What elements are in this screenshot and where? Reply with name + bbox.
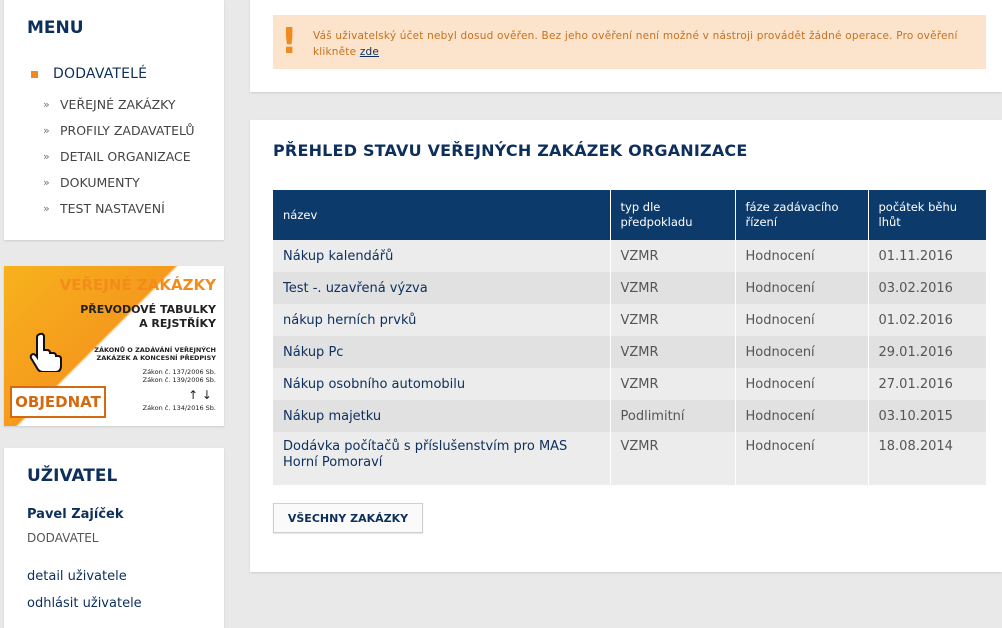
square-bullet-icon [31,70,38,78]
table-row[interactable]: Nákup majetku Podlimitní Hodnocení 03.10… [273,400,986,432]
contracts-table: název typ dle předpokladu fáze zadávacíh… [273,190,986,485]
submenu: » VEŘEJNÉ ZAKÁZKY » PROFILY ZADAVATELŮ »… [43,91,194,221]
contract-phase: Hodnocení [735,400,869,432]
pointing-hand-icon [29,332,62,372]
table-row[interactable]: Nákup osobního automobilu VZMR Hodnocení… [273,368,986,400]
contract-type: VZMR [610,304,736,336]
column-header-phase[interactable]: fáze zadávacího řízení [735,190,869,240]
user-name: Pavel Zajíček [27,507,124,522]
banner-small-line: ZÁKONŮ O ZADÁVÁNÍ VEŘEJNÝCH [94,346,216,354]
banner-small-text: ZÁKONŮ O ZADÁVÁNÍ VEŘEJNÝCH ZAKÁZEK A KO… [94,346,216,362]
contract-name-link[interactable]: Nákup kalendářů [273,240,611,272]
table-row[interactable]: Test -. uzavřená výzva VZMR Hodnocení 03… [273,272,986,304]
contract-name-link[interactable]: nákup herních prvků [273,304,611,336]
banner-title: VEŘEJNÉ ZAKÁZKY [59,276,216,294]
contract-phase: Hodnocení [735,304,869,336]
user-role: DODAVATEL [27,531,99,545]
double-chevron-right-icon: » [43,123,50,137]
banner-small-line: ZAKÁZEK A KONCESNÍ PŘEDPISY [96,354,216,362]
table-row[interactable]: Dodávka počítačů s příslušenstvím pro MA… [273,432,986,485]
contract-type: VZMR [610,368,736,400]
table-row[interactable]: nákup herních prvků VZMR Hodnocení 01.02… [273,304,986,336]
submenu-item-label: VEŘEJNÉ ZAKÁZKY [60,96,176,112]
double-chevron-right-icon: » [43,175,50,189]
submenu-item-profily-zadavatelu[interactable]: » PROFILY ZADAVATELŮ [43,117,194,143]
banner-law-line: Zákon č. 137/2006 Sb. [142,368,216,376]
menu-heading: MENU [27,18,84,38]
submenu-item-label: DETAIL ORGANIZACE [60,148,191,164]
submenu-item-label: TEST NASTAVENÍ [60,200,165,216]
contract-start-date: 01.11.2016 [868,240,986,272]
contract-name-link[interactable]: Test -. uzavřená výzva [273,272,611,304]
table-row[interactable]: Nákup Pc VZMR Hodnocení 29.01.2016 [273,336,986,368]
submenu-item-test-nastaveni[interactable]: » TEST NASTAVENÍ [43,195,194,221]
all-contracts-button[interactable]: VŠECHNY ZAKÁZKY [273,503,423,533]
logout-link[interactable]: odhlásit uživatele [27,596,142,611]
order-button[interactable]: OBJEDNAT [10,386,106,418]
contract-name-link[interactable]: Nákup Pc [273,336,611,368]
promo-banner[interactable]: VEŘEJNÉ ZAKÁZKY PŘEVODOVÉ TABULKY A REJS… [4,266,224,426]
page-title: PŘEHLED STAVU VEŘEJNÝCH ZAKÁZEK ORGANIZA… [273,141,748,160]
contract-type: VZMR [610,336,736,368]
double-chevron-right-icon: » [43,149,50,163]
contract-phase: Hodnocení [735,368,869,400]
contract-phase: Hodnocení [735,240,869,272]
user-detail-link[interactable]: detail uživatele [27,569,127,584]
verify-link[interactable]: zde [360,46,379,58]
user-panel: UŽIVATEL Pavel Zajíček DODAVATEL detail … [4,448,224,628]
contract-start-date: 01.02.2016 [868,304,986,336]
up-down-arrows-icon: ↑ ↓ [188,388,212,402]
contract-start-date: 03.02.2016 [868,272,986,304]
column-header-start[interactable]: počátek běhu lhůt [868,190,986,240]
submenu-item-label: DOKUMENTY [60,174,140,190]
exclamation-icon: ! [281,21,298,62]
banner-subtitle: PŘEVODOVÉ TABULKY A REJSTŘÍKY [80,303,216,331]
main-panel: PŘEHLED STAVU VEŘEJNÝCH ZAKÁZEK ORGANIZA… [250,120,1002,572]
menu-item-dodavatele[interactable]: DODAVATELÉ [31,66,147,82]
submenu-item-verejne-zakazky[interactable]: » VEŘEJNÉ ZAKÁZKY [43,91,194,117]
warning-alert: ! Váš uživatelský účet nebyl dosud ověře… [273,15,986,69]
contract-phase: Hodnocení [735,336,869,368]
banner-law-line: Zákon č. 134/2016 Sb. [142,404,216,412]
submenu-item-detail-organizace[interactable]: » DETAIL ORGANIZACE [43,143,194,169]
submenu-item-label: PROFILY ZADAVATELŮ [60,122,195,138]
contract-type: Podlimitní [610,400,736,432]
table-row[interactable]: Nákup kalendářů VZMR Hodnocení 01.11.201… [273,240,986,272]
banner-subtitle-line: A REJSTŘÍKY [139,317,216,330]
contract-start-date: 29.01.2016 [868,336,986,368]
contract-type: VZMR [610,432,736,485]
double-chevron-right-icon: » [43,97,50,111]
column-header-type[interactable]: typ dle předpokladu [610,190,736,240]
banner-subtitle-line: PŘEVODOVÉ TABULKY [80,303,216,316]
warning-panel: ! Váš uživatelský účet nebyl dosud ověře… [250,0,1002,92]
contract-name-link[interactable]: Nákup majetku [273,400,611,432]
contract-type: VZMR [610,240,736,272]
contract-start-date: 18.08.2014 [868,432,986,485]
column-header-name[interactable]: název [273,190,611,240]
menu-panel: MENU DODAVATELÉ » VEŘEJNÉ ZAKÁZKY » PROF… [4,0,224,240]
contract-start-date: 03.10.2015 [868,400,986,432]
contract-phase: Hodnocení [735,432,869,485]
contract-type: VZMR [610,272,736,304]
double-chevron-right-icon: » [43,201,50,215]
warning-message: Váš uživatelský účet nebyl dosud ověřen.… [313,28,974,60]
contract-start-date: 27.01.2016 [868,368,986,400]
contract-name-link[interactable]: Nákup osobního automobilu [273,368,611,400]
table-header-row: název typ dle předpokladu fáze zadávacíh… [273,190,986,240]
warning-text: Váš uživatelský účet nebyl dosud ověřen.… [313,30,958,58]
submenu-item-dokumenty[interactable]: » DOKUMENTY [43,169,194,195]
banner-laws: Zákon č. 137/2006 Sb. Zákon č. 139/2006 … [143,368,216,384]
contract-name-link[interactable]: Dodávka počítačů s příslušenstvím pro MA… [273,432,611,485]
menu-item-label: DODAVATELÉ [53,66,148,82]
contract-phase: Hodnocení [735,272,869,304]
banner-law-line: Zákon č. 139/2006 Sb. [142,376,216,384]
user-heading: UŽIVATEL [27,466,118,486]
